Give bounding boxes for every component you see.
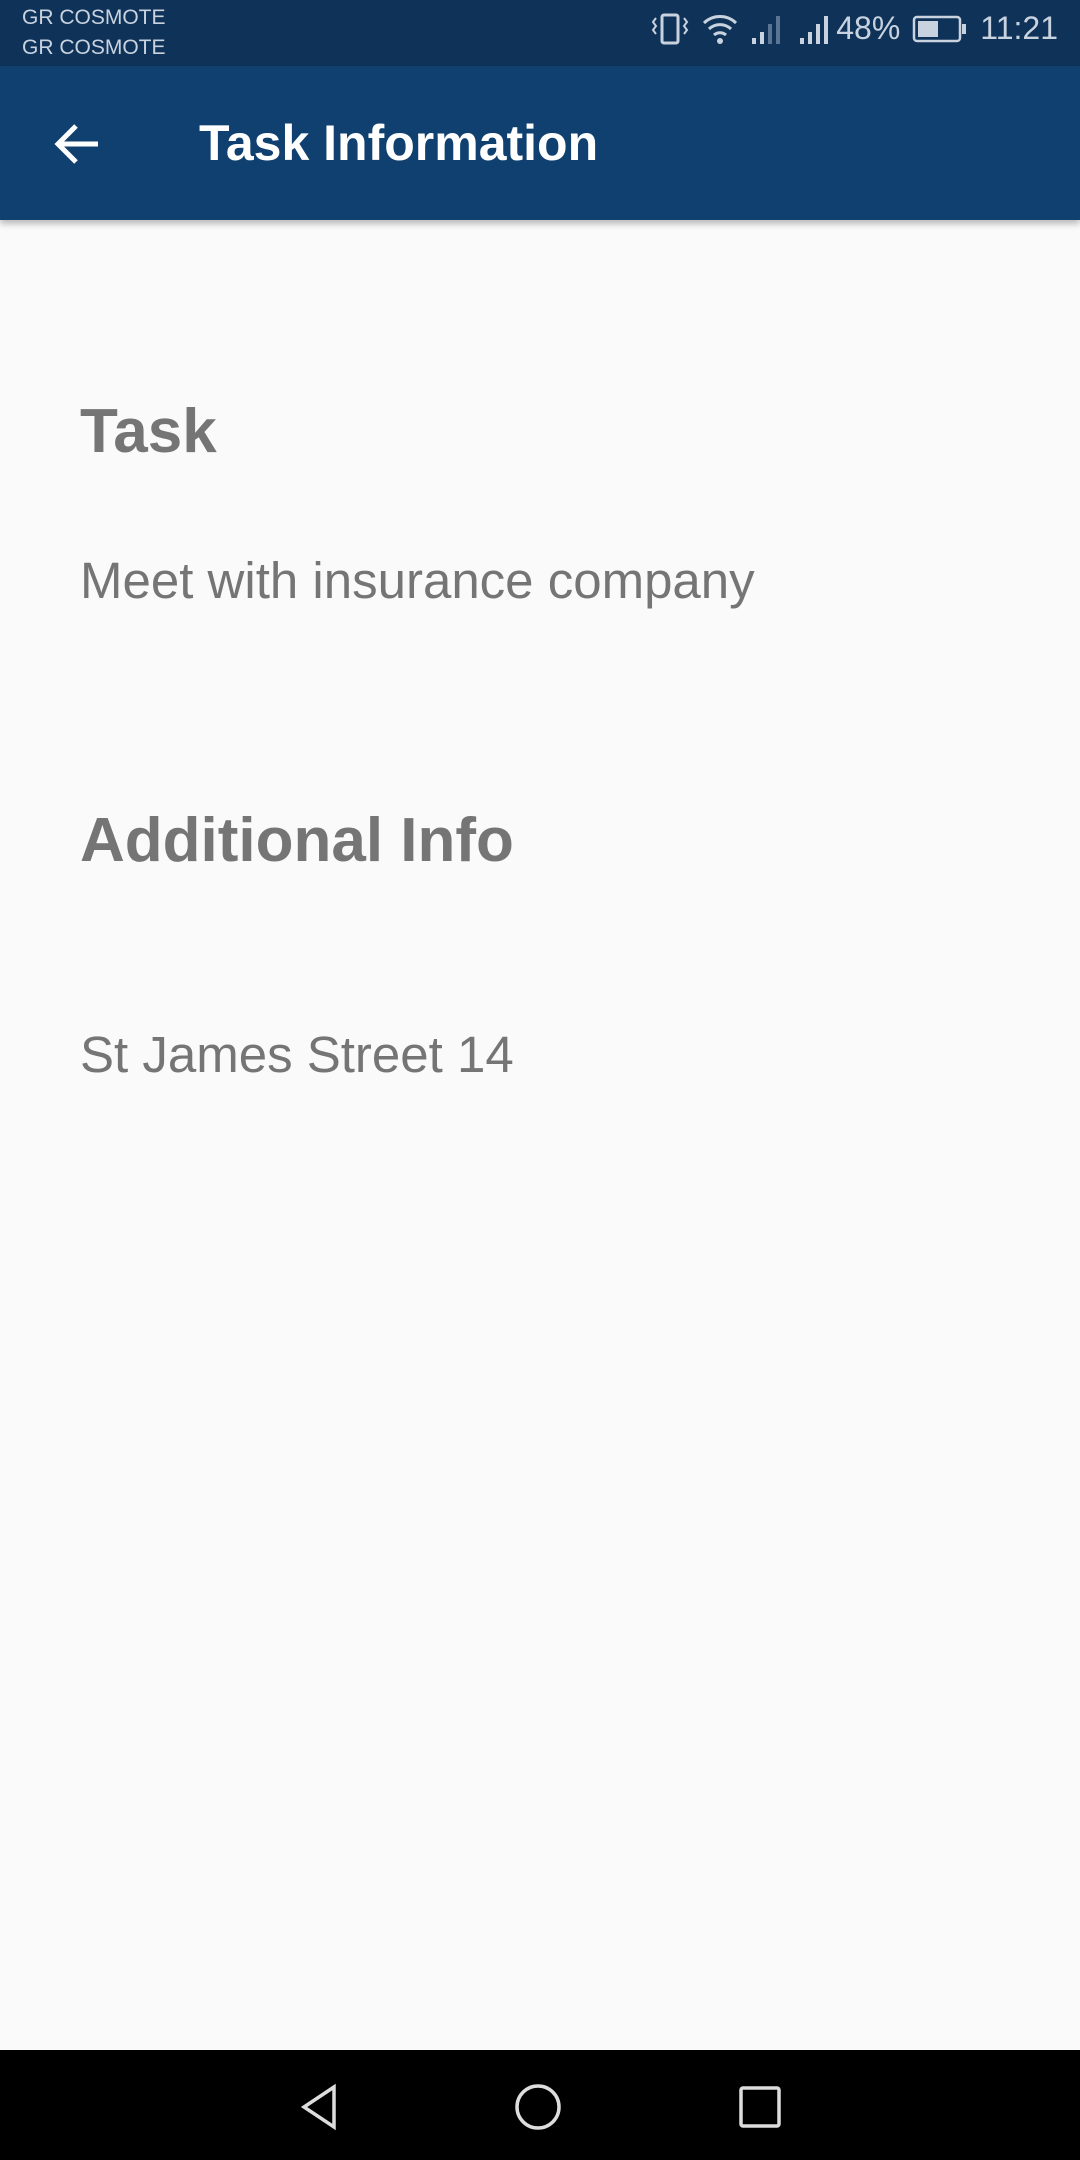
additional-info-value: St James Street 14 — [80, 1026, 514, 1083]
clock: 11:21 — [980, 10, 1058, 46]
task-heading: Task — [80, 397, 217, 466]
status-bar: GR COSMOTE GR COSMOTE 48% 11:21 — [0, 0, 1080, 66]
carrier-1: GR COSMOTE — [22, 6, 166, 29]
wifi-icon — [703, 14, 738, 44]
battery-icon — [913, 15, 967, 42]
task-value: Meet with insurance company — [80, 552, 755, 609]
back-nav-icon[interactable] — [296, 2083, 344, 2131]
back-arrow-icon[interactable] — [50, 116, 106, 172]
home-nav-icon[interactable] — [514, 2083, 562, 2131]
navigation-bar — [0, 2050, 1080, 2160]
signal-icon-sim1 — [800, 15, 829, 44]
battery-percent: 48% — [836, 10, 901, 46]
vibrate-icon — [652, 13, 689, 44]
page-title: Task Information — [199, 115, 599, 171]
recents-nav-icon[interactable] — [736, 2083, 784, 2131]
app-bar: Task Information — [0, 66, 1080, 220]
signal-icon-sim2 — [752, 15, 781, 44]
carrier-2: GR COSMOTE — [22, 36, 166, 59]
additional-info-heading: Additional Info — [80, 806, 514, 875]
